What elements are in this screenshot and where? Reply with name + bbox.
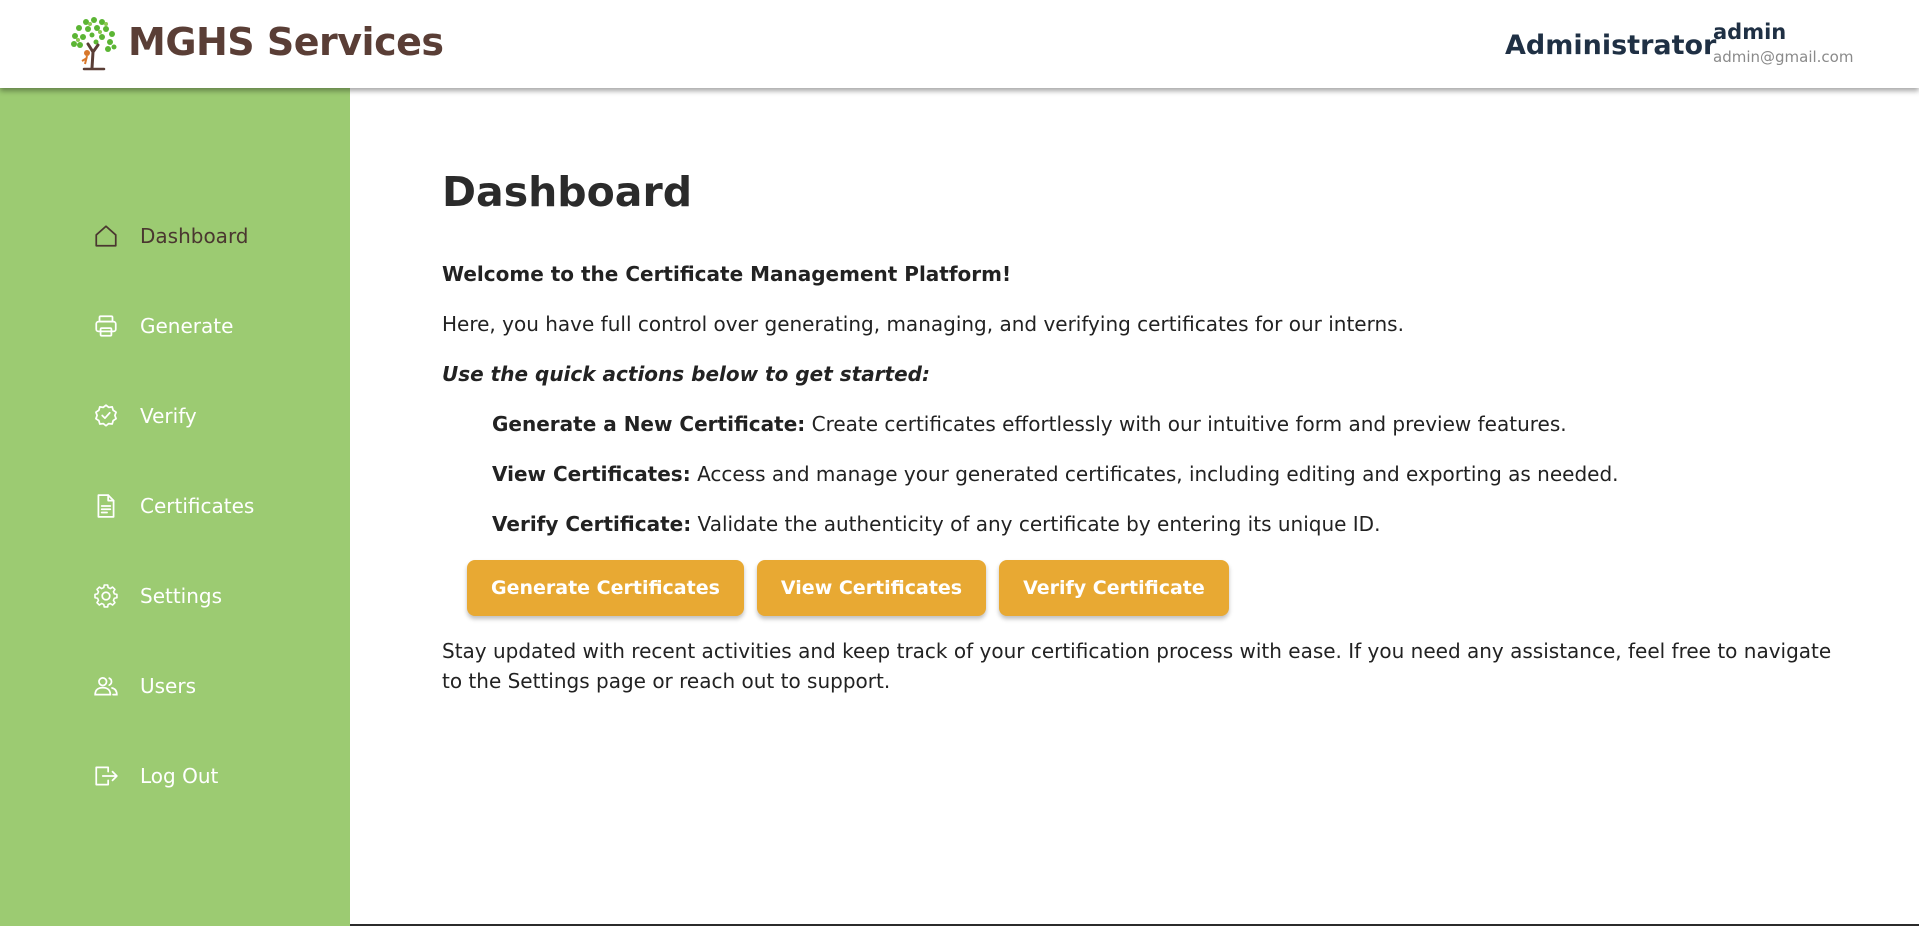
document-icon xyxy=(92,492,120,520)
user-email: admin@gmail.com xyxy=(1713,48,1854,66)
feature-view: View Certificates: Access and manage you… xyxy=(492,462,1619,486)
quick-actions: Generate Certificates View Certificates … xyxy=(467,560,1229,616)
sidebar: Dashboard Generate Verify Certificates S… xyxy=(0,88,350,926)
verify-certificate-button[interactable]: Verify Certificate xyxy=(999,560,1229,616)
user-info: admin admin@gmail.com xyxy=(1713,20,1853,66)
user-name: admin xyxy=(1713,20,1787,44)
gear-icon xyxy=(92,582,120,610)
sidebar-item-generate[interactable]: Generate xyxy=(92,306,233,346)
page-title: Dashboard xyxy=(442,168,693,216)
sidebar-item-verify[interactable]: Verify xyxy=(92,396,197,436)
brand-name: MGHS Services xyxy=(128,20,444,64)
feature-text: Access and manage your generated certifi… xyxy=(690,462,1619,486)
sidebar-item-certificates[interactable]: Certificates xyxy=(92,486,254,526)
feature-text: Create certificates effortlessly with ou… xyxy=(805,412,1567,436)
sidebar-item-label: Dashboard xyxy=(140,224,249,248)
feature-title: Generate a New Certificate: xyxy=(492,412,806,436)
sidebar-item-logout[interactable]: Log Out xyxy=(92,756,218,796)
sidebar-item-label: Verify xyxy=(140,404,197,428)
outro-text: Stay updated with recent activities and … xyxy=(442,639,1832,693)
feature-verify: Verify Certificate: Validate the authent… xyxy=(492,512,1380,536)
tree-logo xyxy=(64,10,124,74)
sidebar-item-settings[interactable]: Settings xyxy=(92,576,222,616)
sidebar-item-label: Log Out xyxy=(140,764,219,788)
brand[interactable]: MGHS Services xyxy=(64,10,444,74)
users-icon xyxy=(92,672,120,700)
intro-text: Here, you have full control over generat… xyxy=(442,312,1404,336)
feature-generate: Generate a New Certificate: Create certi… xyxy=(492,412,1567,436)
logout-icon xyxy=(92,762,120,790)
sidebar-item-dashboard[interactable]: Dashboard xyxy=(92,216,249,256)
badge-check-icon xyxy=(92,402,120,430)
view-certificates-button[interactable]: View Certificates xyxy=(756,560,987,616)
welcome-heading: Welcome to the Certificate Management Pl… xyxy=(442,262,1012,286)
sidebar-item-label: Settings xyxy=(140,584,223,608)
quick-actions-heading: Use the quick actions below to get start… xyxy=(442,362,930,386)
sidebar-item-users[interactable]: Users xyxy=(92,666,196,706)
home-icon xyxy=(92,222,120,250)
sidebar-item-label: Certificates xyxy=(140,494,255,518)
generate-certificates-button[interactable]: Generate Certificates xyxy=(467,560,744,616)
sidebar-item-label: Users xyxy=(140,674,197,698)
printer-icon xyxy=(92,312,120,340)
feature-title: Verify Certificate: xyxy=(492,512,692,536)
top-header: MGHS Services Administrator admin admin@… xyxy=(0,0,1919,88)
feature-text: Validate the authenticity of any certifi… xyxy=(691,512,1381,536)
sidebar-item-label: Generate xyxy=(140,314,234,338)
user-role: Administrator xyxy=(1505,30,1717,61)
feature-title: View Certificates: xyxy=(492,462,691,486)
